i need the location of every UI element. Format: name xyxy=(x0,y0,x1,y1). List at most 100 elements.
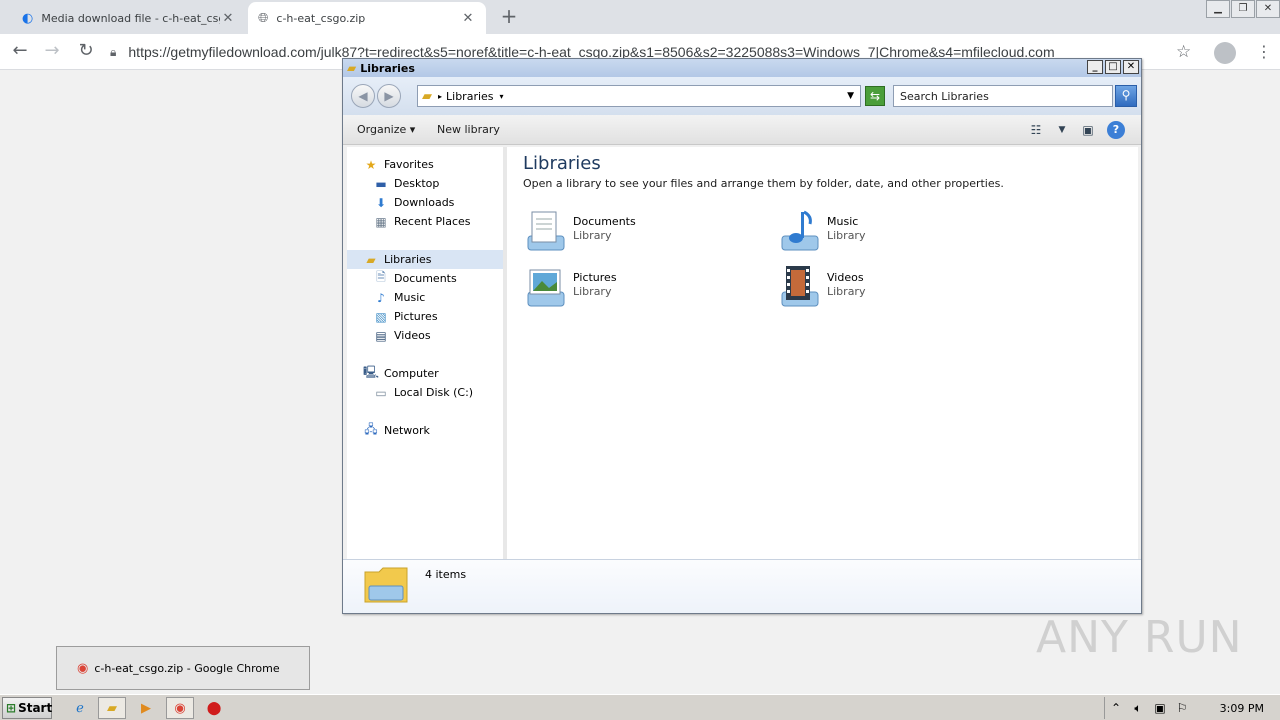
window-title: Libraries xyxy=(360,61,415,75)
breadcrumb-libraries[interactable]: Libraries xyxy=(446,90,494,103)
content-pane: Libraries Open a library to see your fil… xyxy=(507,147,1138,559)
library-name: Pictures xyxy=(573,271,617,284)
address-field[interactable]: ▰ ▸ Libraries ▾ ▼ xyxy=(417,85,861,107)
search-input[interactable]: Search Libraries xyxy=(893,85,1113,107)
downloads-icon: ⬇ xyxy=(375,195,387,210)
start-button[interactable]: ⊞ Start xyxy=(2,697,52,719)
library-kind: Library xyxy=(573,229,612,242)
details-pane: 4 items xyxy=(343,559,1141,613)
breadcrumb-chevron-icon[interactable]: ▾ xyxy=(500,92,504,101)
nav-network[interactable]: 🖧︎ Network xyxy=(363,421,430,440)
network-tray-icon[interactable]: ▣ xyxy=(1149,701,1171,715)
nav-desktop[interactable]: ▬ Desktop xyxy=(373,174,439,193)
opera-icon[interactable]: ⬤ xyxy=(200,697,228,719)
local-disk-icon: ▭ xyxy=(375,385,387,400)
clock[interactable]: 3:09 PM xyxy=(1220,702,1264,715)
nav-libraries[interactable]: ▰ Libraries xyxy=(347,250,503,269)
site-favicon-icon: ◐ xyxy=(22,10,34,26)
network-icon: 🖧︎ xyxy=(364,422,378,436)
explorer-window-controls: _ □ ✕ xyxy=(1085,60,1139,74)
forward-arrow-icon[interactable]: → xyxy=(40,40,64,64)
lock-icon: 🔒︎ xyxy=(110,44,117,59)
search-icon[interactable]: ⚲ xyxy=(1115,85,1137,107)
explorer-window: ▰ Libraries _ □ ✕ ◀ ▶ ▰ ▸ Libraries ▾ ▼ … xyxy=(342,58,1142,614)
nav-favorites[interactable]: ★ Favorites xyxy=(363,155,434,174)
item-count: 4 items xyxy=(425,568,467,581)
explorer-address-row: ◀ ▶ ▰ ▸ Libraries ▾ ▼ ⇆ Search Libraries… xyxy=(343,77,1141,115)
computer-icon: 🖳︎ xyxy=(363,365,380,379)
minimize-button[interactable]: _ xyxy=(1087,60,1103,74)
nav-local-disk[interactable]: ▭ Local Disk (C:) xyxy=(373,383,473,402)
nav-pictures[interactable]: ▧ Pictures xyxy=(373,307,437,326)
restore-button[interactable]: ❐ xyxy=(1231,0,1255,18)
start-label: Start xyxy=(18,701,53,715)
system-tray: ⌃ 🔈︎ ▣ ⚐ 3:09 PM xyxy=(1104,697,1280,719)
nav-music[interactable]: ♪ Music xyxy=(373,288,425,307)
library-name: Documents xyxy=(573,215,636,228)
help-icon[interactable]: ? xyxy=(1107,121,1125,139)
documents-icon: 🗎︎ xyxy=(376,270,386,284)
explorer-titlebar[interactable]: ▰ Libraries _ □ ✕ xyxy=(343,59,1141,77)
tab-csgo-zip[interactable]: 🌐︎ c-h-eat_csgo.zip ✕ xyxy=(248,2,486,34)
maximize-button[interactable]: □ xyxy=(1105,60,1121,74)
minimize-button[interactable]: ▁ xyxy=(1206,0,1230,18)
internet-explorer-icon[interactable]: ℯ xyxy=(66,697,94,719)
organize-button[interactable]: Organize ▾ xyxy=(357,123,415,136)
taskbar-thumbnail-popup[interactable]: ◉ c-h-eat_csgo.zip - Google Chrome xyxy=(56,646,310,690)
explorer-taskbar-icon[interactable]: ▰ xyxy=(98,697,126,719)
library-name: Music xyxy=(827,215,859,228)
library-documents[interactable]: Documents Library xyxy=(521,207,751,257)
change-view-icon[interactable]: ☷ xyxy=(1027,121,1045,139)
bookmark-star-icon[interactable]: ☆ xyxy=(1176,42,1191,62)
taskbar: ⊞ Start ℯ ▰ ▶ ◉ ⬤ ⌃ 🔈︎ ▣ ⚐ 3:09 PM xyxy=(0,694,1280,720)
popup-label: c-h-eat_csgo.zip - Google Chrome xyxy=(94,661,280,675)
close-button[interactable]: ✕ xyxy=(1123,60,1139,74)
new-library-button[interactable]: New library xyxy=(437,123,500,136)
window-controls: ▁ ❐ ✕ xyxy=(1205,0,1280,18)
tab-close-icon[interactable]: ✕ xyxy=(460,11,476,26)
media-player-icon[interactable]: ▶ xyxy=(132,697,160,719)
libraries-icon: ▰ xyxy=(366,252,376,267)
preview-pane-icon[interactable]: ▣ xyxy=(1079,121,1097,139)
documents-library-icon xyxy=(521,207,569,255)
profile-avatar[interactable] xyxy=(1214,42,1236,64)
library-videos[interactable]: Videos Library xyxy=(775,263,1005,313)
breadcrumb-separator-icon[interactable]: ▸ xyxy=(438,92,442,101)
star-icon: ★ xyxy=(365,157,377,172)
browser-tab-strip: ◐ Media download file - c-h-eat_csgo.z ✕… xyxy=(0,0,1280,34)
action-center-flag-icon[interactable]: ⚐ xyxy=(1171,701,1193,715)
globe-icon: 🌐︎ xyxy=(258,10,269,26)
view-controls: ☷ ▼ ▣ xyxy=(1027,121,1097,139)
tab-media-download[interactable]: ◐ Media download file - c-h-eat_csgo.z ✕ xyxy=(12,2,246,34)
library-music[interactable]: Music Library xyxy=(775,207,1005,257)
chrome-taskbar-icon[interactable]: ◉ xyxy=(166,697,194,719)
view-dropdown-icon[interactable]: ▼ xyxy=(1053,121,1071,139)
library-kind: Library xyxy=(573,285,612,298)
nav-documents[interactable]: 🗎︎ Documents xyxy=(373,269,457,288)
show-hidden-icons-icon[interactable]: ⌃ xyxy=(1105,701,1127,715)
libraries-icon: ▰ xyxy=(422,88,432,104)
back-arrow-icon[interactable]: ← xyxy=(8,40,32,64)
recent-places-icon: ▦ xyxy=(375,214,387,229)
pictures-library-icon xyxy=(521,263,569,311)
nav-videos[interactable]: ▤ Videos xyxy=(373,326,430,345)
refresh-icon[interactable]: ⇆ xyxy=(865,86,885,106)
windows-logo-icon: ⊞ xyxy=(6,701,17,715)
menu-dots-icon[interactable]: ⋮ xyxy=(1256,42,1272,64)
library-pictures[interactable]: Pictures Library xyxy=(521,263,751,313)
back-button[interactable]: ◀ xyxy=(351,84,375,108)
nav-recent-places[interactable]: ▦ Recent Places xyxy=(373,212,470,231)
music-icon: ♪ xyxy=(377,290,385,305)
volume-icon[interactable]: 🔈︎ xyxy=(1127,701,1149,716)
page-title: Libraries xyxy=(523,153,601,174)
tab-close-icon[interactable]: ✕ xyxy=(220,11,236,26)
nav-downloads[interactable]: ⬇ Downloads xyxy=(373,193,454,212)
reload-icon[interactable]: ↻ xyxy=(74,40,98,64)
library-kind: Library xyxy=(827,229,866,242)
nav-computer[interactable]: 🖳︎ Computer xyxy=(363,364,439,383)
navigation-pane: ★ Favorites ▬ Desktop ⬇ Downloads ▦ Recent P… xyxy=(347,147,503,559)
close-window-button[interactable]: ✕ xyxy=(1256,0,1280,18)
history-dropdown-icon[interactable]: ▼ xyxy=(847,91,854,101)
forward-button[interactable]: ▶ xyxy=(377,84,401,108)
new-tab-button[interactable]: + xyxy=(498,6,520,28)
